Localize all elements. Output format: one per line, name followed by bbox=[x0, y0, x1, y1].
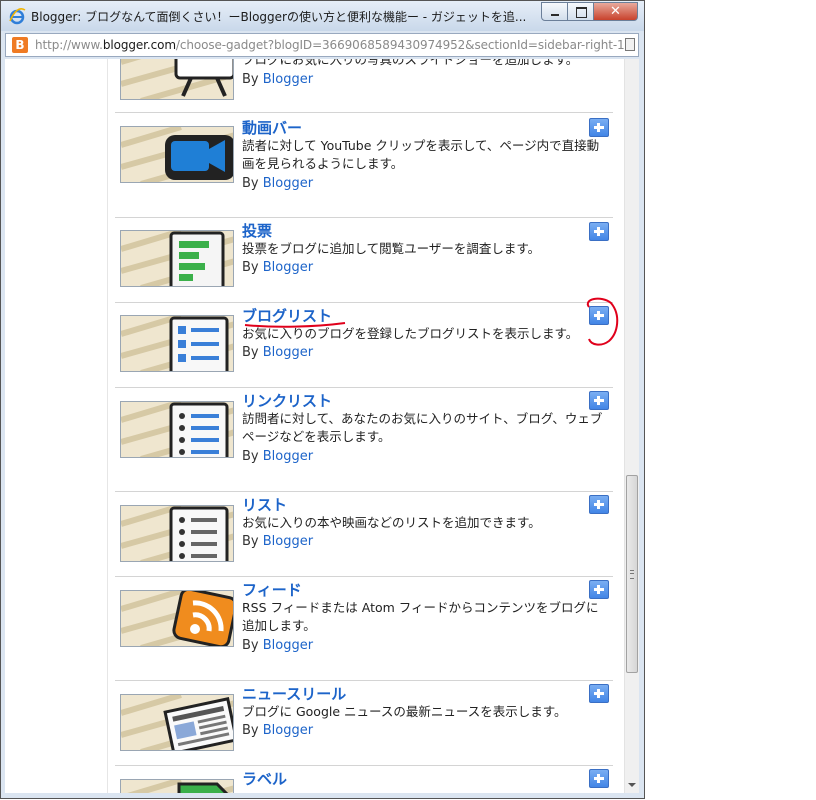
gadget-row-video-bar: 動画バー 読者に対して YouTube クリップを表示して、ページ内で直接動画を… bbox=[115, 112, 613, 218]
gadget-byline: By Blogger bbox=[242, 723, 313, 738]
gadget-byline: By Blogger bbox=[242, 449, 313, 464]
scrollbar-thumb[interactable] bbox=[626, 475, 638, 673]
add-gadget-button[interactable] bbox=[589, 391, 609, 410]
gadget-row-poll: 投票 投票をブログに追加して閲覧ユーザーを調査します。 By Blogger bbox=[115, 217, 613, 303]
add-gadget-button[interactable] bbox=[589, 306, 609, 325]
gadget-row-feed: フィード RSS フィードまたは Atom フィードからコンテンツをブログに追加… bbox=[115, 576, 613, 681]
gadget-byline: By Blogger bbox=[242, 534, 313, 549]
gadget-description: お気に入りの本や映画などのリストを追加できます。 bbox=[242, 515, 541, 530]
gadget-title[interactable]: 投票 bbox=[242, 220, 272, 241]
gadget-byline: By Blogger bbox=[242, 345, 313, 360]
scroll-grip-icon bbox=[630, 570, 634, 579]
gadget-thumbnail[interactable] bbox=[120, 126, 234, 183]
add-gadget-button[interactable] bbox=[589, 580, 609, 599]
gadget-author-link[interactable]: Blogger bbox=[263, 260, 313, 275]
gadget-author-link[interactable]: Blogger bbox=[263, 534, 313, 549]
maximize-button[interactable] bbox=[567, 2, 594, 21]
gadget-title[interactable]: ラベル bbox=[242, 768, 287, 789]
label-tag-icon bbox=[121, 780, 233, 793]
video-camera-icon bbox=[121, 127, 233, 182]
blog-list-icon bbox=[121, 316, 233, 371]
gadget-list-viewport: ブログにお気に入りの写真のスライドショーを追加します。 By Blogger 動… bbox=[5, 59, 639, 793]
by-label: By bbox=[242, 638, 259, 653]
gadget-row-labels: ラベル bbox=[115, 765, 613, 793]
url-path: /choose-gadget?blogID=366906858943097495… bbox=[175, 38, 625, 52]
gadget-title[interactable]: リスト bbox=[242, 494, 287, 515]
gadget-title[interactable]: フィード bbox=[242, 579, 302, 600]
minimize-button[interactable] bbox=[541, 2, 568, 21]
add-gadget-button[interactable] bbox=[589, 769, 609, 788]
list-icon bbox=[121, 506, 233, 561]
address-bar[interactable]: http://www.blogger.com/choose-gadget?blo… bbox=[5, 33, 639, 57]
blogger-favicon-icon bbox=[12, 37, 28, 53]
gadget-description: 読者に対して YouTube クリップを表示して、ページ内で直接動画を見られるよ… bbox=[242, 138, 600, 171]
gadget-author-link[interactable]: Blogger bbox=[263, 345, 313, 360]
gadget-author-link[interactable]: Blogger bbox=[263, 72, 313, 87]
gadget-thumbnail[interactable] bbox=[120, 779, 234, 793]
add-gadget-button[interactable] bbox=[589, 222, 609, 241]
gadget-title[interactable]: 動画バー bbox=[242, 117, 302, 138]
gadget-thumbnail[interactable] bbox=[120, 401, 234, 458]
url-prefix: http://www. bbox=[35, 38, 103, 52]
link-list-icon bbox=[121, 402, 233, 457]
gadget-author-link[interactable]: Blogger bbox=[263, 723, 313, 738]
add-gadget-button[interactable] bbox=[589, 684, 609, 703]
browser-popup-window: Blogger: ブログなんて面倒くさい！ーBloggerの使い方と便利な機能ー… bbox=[0, 0, 645, 799]
slideshow-icon bbox=[121, 59, 233, 99]
gadget-title[interactable]: リンクリスト bbox=[242, 390, 332, 411]
gadget-description: RSS フィードまたは Atom フィードからコンテンツをブログに追加します。 bbox=[242, 600, 599, 633]
gadget-description: お気に入りのブログを登録したブログリストを表示します。 bbox=[242, 326, 579, 341]
gadget-thumbnail[interactable] bbox=[120, 694, 234, 751]
gadget-thumbnail[interactable] bbox=[120, 590, 234, 647]
vertical-scrollbar[interactable] bbox=[624, 59, 639, 793]
rss-feed-icon bbox=[121, 591, 233, 646]
gadget-row-slideshow: ブログにお気に入りの写真のスライドショーを追加します。 By Blogger bbox=[115, 59, 613, 113]
gadget-description: 投票をブログに追加して閲覧ユーザーを調査します。 bbox=[242, 241, 541, 256]
gadget-thumbnail[interactable] bbox=[120, 59, 234, 100]
by-label: By bbox=[242, 449, 259, 464]
page-icon bbox=[625, 38, 635, 51]
url-domain: blogger.com bbox=[102, 38, 176, 52]
newspaper-icon bbox=[121, 695, 233, 750]
gadget-row-link-list: リンクリスト 訪問者に対して、あなたのお気に入りのサイト、ブログ、ウェブページな… bbox=[115, 387, 613, 492]
close-button[interactable]: ✕ bbox=[593, 2, 638, 21]
gadget-thumbnail[interactable] bbox=[120, 315, 234, 372]
add-gadget-button[interactable] bbox=[589, 118, 609, 137]
by-label: By bbox=[242, 176, 259, 191]
gadget-byline: By Blogger bbox=[242, 638, 313, 653]
by-label: By bbox=[242, 72, 259, 87]
gadget-byline: By Blogger bbox=[242, 72, 313, 87]
close-icon: ✕ bbox=[610, 4, 621, 19]
gadget-author-link[interactable]: Blogger bbox=[263, 176, 313, 191]
left-panel bbox=[5, 59, 108, 793]
gadget-byline: By Blogger bbox=[242, 176, 313, 191]
gadget-description: ブログにお気に入りの写真のスライドショーを追加します。 bbox=[242, 59, 579, 67]
gadget-thumbnail[interactable] bbox=[120, 505, 234, 562]
by-label: By bbox=[242, 345, 259, 360]
gadget-row-newsreel: ニュースリール ブログに Google ニュースの最新ニュースを表示します。 B… bbox=[115, 680, 613, 766]
add-gadget-button[interactable] bbox=[589, 495, 609, 514]
poll-icon bbox=[121, 231, 233, 286]
gadget-thumbnail[interactable] bbox=[120, 230, 234, 287]
gadget-byline: By Blogger bbox=[242, 260, 313, 275]
title-bar[interactable]: Blogger: ブログなんて面倒くさい！ーBloggerの使い方と便利な機能ー… bbox=[1, 1, 644, 31]
window-title: Blogger: ブログなんて面倒くさい！ーBloggerの使い方と便利な機能ー… bbox=[31, 10, 527, 24]
by-label: By bbox=[242, 260, 259, 275]
scroll-down-arrow-icon[interactable] bbox=[624, 777, 639, 793]
gadget-title[interactable]: ニュースリール bbox=[242, 683, 346, 704]
url-text: http://www.blogger.com/choose-gadget?blo… bbox=[35, 38, 625, 52]
by-label: By bbox=[242, 723, 259, 738]
by-label: By bbox=[242, 534, 259, 549]
gadget-row-blog-list: ブログリスト お気に入りのブログを登録したブログリストを表示します。 By Bl… bbox=[115, 302, 613, 388]
gadget-author-link[interactable]: Blogger bbox=[263, 449, 313, 464]
gadget-title[interactable]: ブログリスト bbox=[242, 305, 332, 326]
internet-explorer-icon bbox=[9, 8, 26, 25]
gadget-description: 訪問者に対して、あなたのお気に入りのサイト、ブログ、ウェブページなどを表示します… bbox=[242, 411, 603, 444]
gadget-row-list: リスト お気に入りの本や映画などのリストを追加できます。 By Blogger bbox=[115, 491, 613, 577]
gadget-description: ブログに Google ニュースの最新ニュースを表示します。 bbox=[242, 704, 567, 719]
gadget-author-link[interactable]: Blogger bbox=[263, 638, 313, 653]
